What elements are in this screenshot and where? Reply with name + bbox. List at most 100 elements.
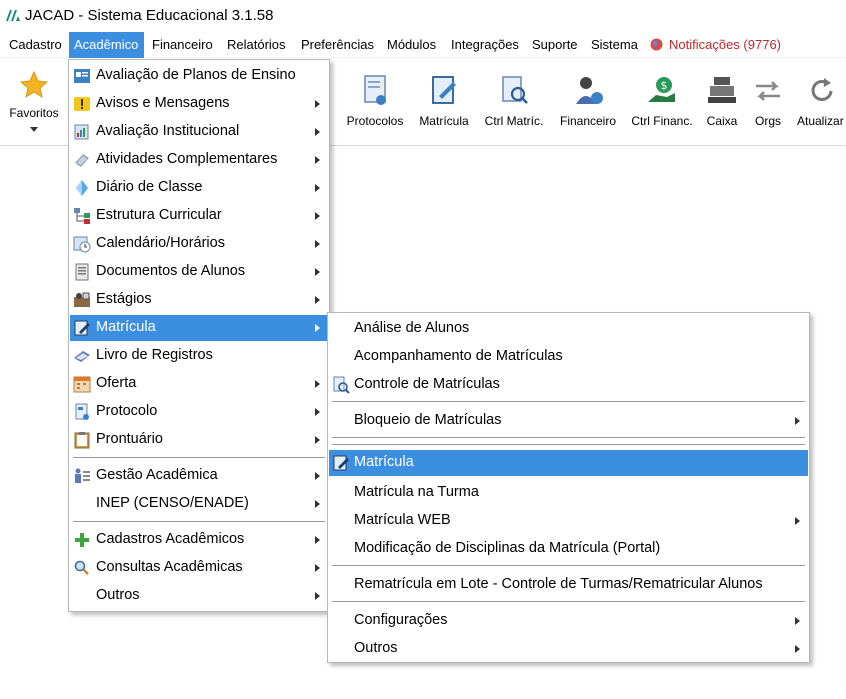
toolbar-financeiro-label: Financeiro [559, 114, 617, 128]
menu-suporte[interactable]: Suporte [527, 32, 583, 58]
toolbar-matricula[interactable]: Matrícula [410, 58, 478, 146]
menu-modulos[interactable]: Módulos [382, 32, 441, 58]
estrutura-icon [74, 208, 90, 224]
menu-item-estagios[interactable]: Estágios [70, 287, 328, 313]
submenu-arrow-icon [315, 536, 320, 544]
menu-item-label: Outros [96, 587, 140, 603]
menu-item-diario[interactable]: Diário de Classe [70, 175, 328, 201]
submenu-arrow-icon [795, 617, 800, 625]
menu-item-atividades[interactable]: Atividades Complementares [70, 147, 328, 173]
menu-item-cadastros[interactable]: Cadastros Acadêmicos [70, 527, 328, 553]
menu-item-label: Protocolo [96, 403, 158, 419]
favoritos-button[interactable]: Favoritos [0, 58, 68, 146]
toolbar-ctrl-financ[interactable]: $ Ctrl Financ. [626, 58, 698, 146]
menu-item-label: Atividades Complementares [96, 151, 278, 167]
menu-relatorios[interactable]: Relatórios [222, 32, 291, 58]
submenu-arrow-icon [315, 380, 320, 388]
menu-item-label: Avisos e Mensagens [96, 95, 230, 111]
calendario-icon [73, 236, 91, 253]
toolbar-financeiro[interactable]: Financeiro [552, 58, 624, 146]
matricula-icon [74, 320, 90, 336]
menu-item-avaliacao-planos[interactable]: Avaliação de Planos de Ensino [70, 63, 328, 89]
menu-separator [73, 457, 325, 458]
notification-icon [650, 38, 663, 51]
submenu-item-bloqueio[interactable]: Bloqueio de Matrículas [329, 408, 808, 434]
submenu-arrow-icon [315, 268, 320, 276]
submenu-item-acompanhamento[interactable]: Acompanhamento de Matrículas [329, 344, 808, 370]
menu-item-label: Avaliação Institucional [96, 123, 240, 139]
menu-item-calendario[interactable]: Calendário/Horários [70, 231, 328, 257]
protocolo-icon [75, 403, 89, 420]
cash-register-icon [708, 77, 736, 103]
toolbar-protocolos-label: Protocolos [346, 114, 404, 128]
menu-item-livro[interactable]: Livro de Registros [70, 343, 328, 369]
menu-item-outros[interactable]: Outros [70, 583, 328, 609]
menu-separator [73, 521, 325, 522]
menu-item-consultas[interactable]: Consultas Acadêmicas [70, 555, 328, 581]
toolbar-ctrl-matric[interactable]: Ctrl Matríc. [478, 58, 550, 146]
menu-item-inep[interactable]: INEP (CENSO/ENADE) [70, 491, 328, 517]
menu-item-label: Cadastros Acadêmicos [96, 531, 245, 547]
submenu-item-analise[interactable]: Análise de Alunos [329, 316, 808, 342]
toolbar-ctrl-financ-label: Ctrl Financ. [631, 114, 693, 128]
submenu-arrow-icon [315, 472, 320, 480]
submenu-item-label: Matrícula WEB [354, 512, 451, 528]
toolbar-protocolos[interactable]: Protocolos [340, 58, 410, 146]
submenu-item-controle[interactable]: Controle de Matrículas [329, 372, 808, 398]
submenu-arrow-icon [315, 500, 320, 508]
menu-item-avaliacao-institucional[interactable]: Avaliação Institucional [70, 119, 328, 145]
toolbar-orgs[interactable]: Orgs [746, 58, 790, 146]
favoritos-label: Favoritos [9, 106, 59, 120]
menu-item-protocolo[interactable]: Protocolo [70, 399, 328, 425]
menu-separator [332, 601, 805, 602]
toolbar-atualizar[interactable]: Atualizar [794, 58, 846, 146]
submenu-item-matricula[interactable]: Matrícula [329, 450, 808, 476]
submenu-item-rematricula[interactable]: Rematrícula em Lote - Controle de Turmas… [329, 572, 808, 598]
submenu-item-label: Configurações [354, 612, 448, 628]
menu-preferencias[interactable]: Preferências [296, 32, 379, 58]
submenu-arrow-icon [315, 436, 320, 444]
submenu-arrow-icon [315, 296, 320, 304]
submenu-item-matricula-turma[interactable]: Matrícula na Turma [329, 480, 808, 506]
submenu-item-label: Matrícula [354, 454, 414, 470]
menu-item-oferta[interactable]: Oferta [70, 371, 328, 397]
ctrl-matric-icon [502, 76, 528, 104]
submenu-item-configuracoes[interactable]: Configurações [329, 608, 808, 634]
menu-item-matricula[interactable]: Matrícula [70, 315, 328, 341]
submenu-item-matricula-web[interactable]: Matrícula WEB [329, 508, 808, 534]
menu-financeiro[interactable]: Financeiro [147, 32, 218, 58]
menu-academico[interactable]: Acadêmico [69, 32, 144, 58]
menu-integracoes[interactable]: Integrações [446, 32, 524, 58]
toolbar-caixa[interactable]: Caixa [700, 58, 744, 146]
ctrl-matric-icon [333, 376, 350, 394]
menu-item-prontuario[interactable]: Prontuário [70, 427, 328, 453]
livro-icon [74, 351, 90, 362]
search-icon [74, 560, 89, 575]
window-title: JACAD - Sistema Educacional 3.1.58 [25, 7, 274, 24]
gestao-icon [75, 468, 90, 483]
submenu-arrow-icon [795, 417, 800, 425]
refresh-icon [811, 78, 833, 101]
submenu-item-label: Análise de Alunos [354, 320, 470, 336]
ctrl-financ-icon: $ [648, 77, 675, 102]
plus-icon [75, 533, 89, 547]
menu-separator [332, 444, 805, 445]
menu-item-estrutura[interactable]: Estrutura Curricular [70, 203, 328, 229]
submenu-item-label: Modificação de Disciplinas da Matrícula … [354, 540, 661, 556]
academico-menu: Avaliação de Planos de Ensino Avisos e M… [68, 59, 330, 612]
star-icon [19, 70, 49, 99]
menu-item-gestao[interactable]: Gestão Acadêmica [70, 463, 328, 489]
menu-cadastro[interactable]: Cadastro [4, 32, 67, 58]
menu-sistema[interactable]: Sistema [586, 32, 643, 58]
matricula-submenu: Análise de Alunos Acompanhamento de Matr… [327, 312, 810, 663]
menu-item-label: Calendário/Horários [96, 235, 225, 251]
diario-icon [76, 180, 88, 196]
menu-item-label: Estrutura Curricular [96, 207, 222, 223]
menu-separator [332, 437, 805, 438]
avaliacao-icon [74, 124, 89, 140]
submenu-item-outros[interactable]: Outros [329, 636, 808, 662]
menu-item-documentos[interactable]: Documentos de Alunos [70, 259, 328, 285]
submenu-arrow-icon [315, 184, 320, 192]
submenu-item-modificacao[interactable]: Modificação de Disciplinas da Matrícula … [329, 536, 808, 562]
menu-item-avisos[interactable]: Avisos e Mensagens [70, 91, 328, 117]
